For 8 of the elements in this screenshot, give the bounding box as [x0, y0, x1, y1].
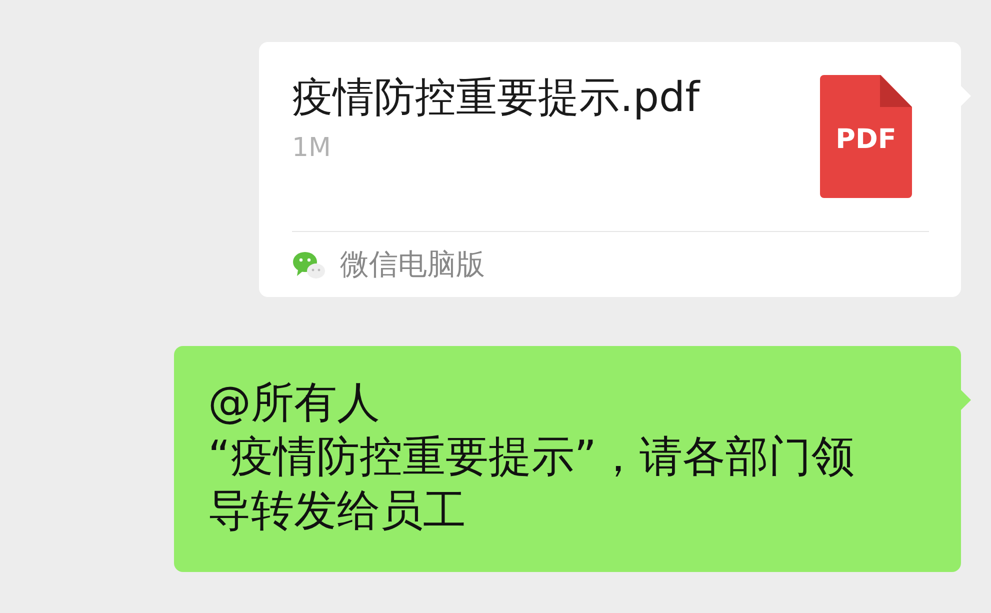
file-type-label: PDF: [836, 124, 896, 155]
source-label: 微信电脑版: [340, 246, 485, 282]
message-text: “疫情防控重要提示”，请各部门领导转发给员工: [208, 431, 856, 538]
file-size: 1M: [292, 132, 332, 164]
file-name: 疫情防控重要提示.pdf: [292, 74, 700, 120]
file-message-bubble[interactable]: 疫情防控重要提示.pdf 1M PDF 微信电脑版: [259, 42, 961, 297]
chat-bubbles-icon: [292, 250, 326, 280]
mention-text: @所有人: [208, 377, 381, 430]
